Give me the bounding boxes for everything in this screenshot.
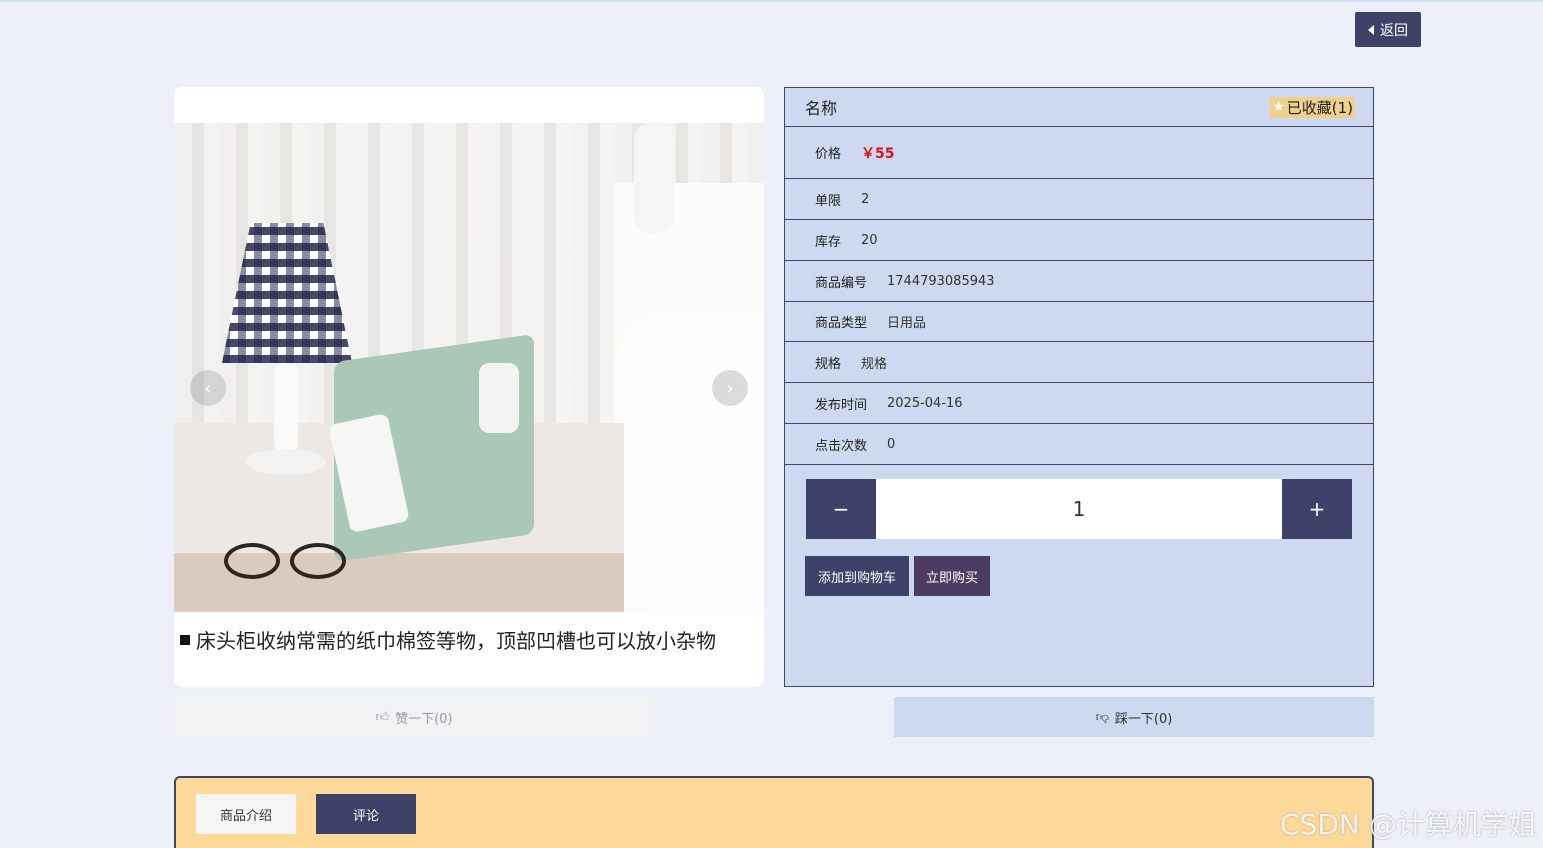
star-icon: ★: [1272, 99, 1285, 115]
product-info-panel: 名称 ★ 已收藏(1) 价格 ￥55 单限 2 库存 20 商品编号 17447…: [784, 87, 1374, 687]
dislike-label: 踩一下(0): [1114, 711, 1173, 727]
add-to-cart-button[interactable]: 添加到购物车: [805, 556, 909, 596]
back-button[interactable]: 返回: [1355, 12, 1421, 47]
decrease-quantity-button[interactable]: −: [806, 479, 876, 539]
tab-product-intro[interactable]: 商品介绍: [196, 794, 296, 834]
product-photo: [174, 123, 764, 613]
product-name-label: 名称: [805, 99, 838, 118]
product-image-carousel: ‹ › 床头柜收纳常需的纸巾棉签等物，顶部凹槽也可以放小杂物: [174, 87, 764, 687]
bullet-square-icon: [180, 634, 190, 645]
carousel-prev-button[interactable]: ‹: [190, 370, 226, 406]
field-row-price: 价格 ￥55: [785, 127, 1373, 179]
field-row-product-id: 商品编号 1744793085943: [785, 261, 1373, 302]
favorite-label: 已收藏(1): [1286, 98, 1353, 117]
price-value: ￥55: [861, 145, 895, 162]
minus-icon: −: [832, 497, 850, 521]
quantity-input[interactable]: [876, 479, 1282, 539]
like-label: 赞一下(0): [395, 711, 453, 727]
field-row-stock: 库存 20: [785, 220, 1373, 261]
chevron-left-icon: ‹: [204, 377, 212, 399]
plus-icon: +: [1308, 497, 1326, 521]
chevron-right-icon: ›: [726, 377, 734, 399]
favorite-button[interactable]: ★ 已收藏(1): [1270, 96, 1355, 118]
quantity-stepper: − +: [806, 479, 1352, 539]
field-row-clicks: 点击次数 0: [785, 424, 1373, 465]
thumbs-up-icon: 👍︎: [375, 709, 390, 725]
tab-comments[interactable]: 评论: [316, 794, 416, 834]
field-row-limit: 单限 2: [785, 179, 1373, 220]
product-name-header: 名称 ★ 已收藏(1): [785, 88, 1373, 127]
field-row-category: 商品类型 日用品: [785, 302, 1373, 342]
field-row-spec: 规格 规格: [785, 342, 1373, 383]
carousel-next-button[interactable]: ›: [712, 370, 748, 406]
caret-left-icon: [1368, 24, 1374, 35]
top-border: [0, 0, 1543, 2]
back-button-label: 返回: [1380, 22, 1408, 39]
watermark: CSDN @计算机学姐: [1280, 808, 1537, 841]
purchase-actions: 添加到购物车 立即购买: [805, 556, 990, 596]
increase-quantity-button[interactable]: +: [1282, 479, 1352, 539]
dislike-button[interactable]: 👎︎ 踩一下(0): [894, 697, 1374, 737]
thumbs-down-icon: 👎︎: [1095, 709, 1109, 725]
detail-tabs: 商品介绍 评论: [174, 776, 1374, 848]
like-button[interactable]: 👍︎ 赞一下(0): [174, 697, 654, 737]
buy-now-button[interactable]: 立即购买: [914, 556, 990, 596]
field-row-publish-time: 发布时间 2025-04-16: [785, 383, 1373, 424]
image-caption: 床头柜收纳常需的纸巾棉签等物，顶部凹槽也可以放小杂物: [180, 625, 764, 654]
